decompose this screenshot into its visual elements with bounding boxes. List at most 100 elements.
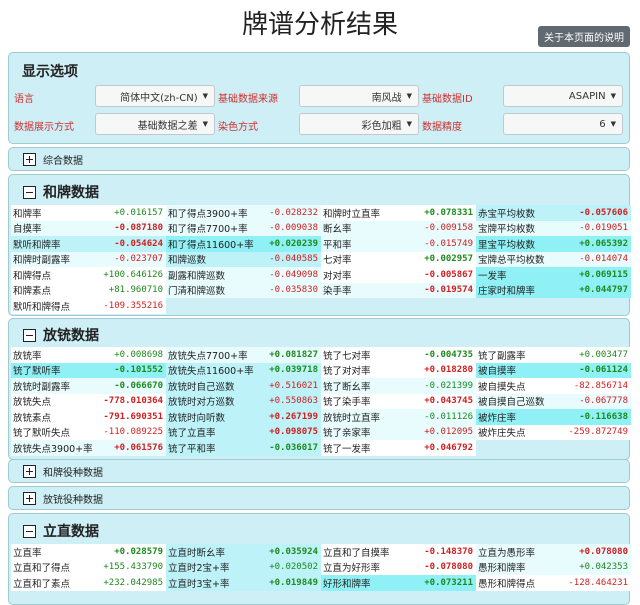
expand-icon[interactable] [23,465,36,478]
stat-cell: 铳了平和率 -0.036017 [166,440,321,456]
stat-cell: 放铳素点 -791.690351 [11,409,166,425]
option-label: 基础数据来源 [218,94,278,105]
stat-value: +0.003477 [579,349,628,360]
stat-cell: 立直为好形率 -0.078080 [321,559,476,575]
option-value: 南风战 [371,92,402,104]
stat-label: 立直时断幺率 [168,547,226,559]
stat-cell: 被炸庄失点 -259.872749 [476,424,631,440]
stat-value: -0.011126 [424,411,473,422]
stat-label: 铳了一发率 [323,443,371,455]
stat-label: 断幺率 [323,224,352,236]
stat-label: 自摸率 [13,224,42,236]
stat-value: +0.043745 [424,396,473,407]
stat-label: 立直为好形率 [323,563,381,575]
option-label: 语言 [14,94,34,105]
stat-cell: 断幺率 -0.009158 [321,220,476,236]
stat-value: +0.046792 [424,442,473,453]
option-value: 基础数据之差 [137,120,198,132]
collapse-icon[interactable] [23,185,36,199]
stat-cell: 铳了断幺率 -0.021399 [321,378,476,394]
stat-value: +0.044797 [579,285,628,296]
stat-cell: 被自摸失点 -82.856714 [476,378,631,394]
stat-cell: 立直和了自摸率 -0.148370 [321,544,476,560]
stat-value: +0.042353 [579,562,628,573]
hule-yaku-panel[interactable]: 和牌役种数据 [8,459,630,483]
help-button[interactable]: 关于本页面的说明 [538,26,630,47]
composite-label: 综合数据 [43,156,83,167]
stat-label: 被炸庄率 [478,412,517,424]
expand-icon[interactable] [23,492,36,505]
stat-value: -778.010364 [103,396,163,407]
stat-label: 好形和牌率 [323,578,371,590]
fangchong-header: 放铳数据 [43,328,99,344]
stat-cell: 立直和了素点 +232.042985 [11,575,166,591]
fangchong-table: 放铳率 +0.008698 放铳失点7700+率 +0.081827 铳了七对率 -0.0… [11,347,631,456]
stat-cell: 好形和牌率 +0.073211 [321,575,476,591]
stat-value: +232.042985 [103,577,163,588]
stat-cell: 和了得点7700+率 -0.009038 [166,220,321,236]
stat-label: 平和率 [323,239,352,251]
stat-label: 放铳率 [13,350,42,362]
stat-value: +0.065392 [579,238,628,249]
stat-label: 铳了七对率 [323,350,371,362]
stat-label: 放铳时立直率 [323,412,381,424]
stat-label: 宝牌平均枚数 [478,224,536,236]
stat-cell: 放铳时向听数 +0.267199 [166,409,321,425]
stat-value: -0.061124 [579,365,628,376]
stat-cell: 放铳失点 -778.010364 [11,393,166,409]
stat-value: -0.019051 [579,223,628,234]
stat-value: -0.009158 [424,223,473,234]
stat-value: -791.690351 [103,411,163,422]
stat-label: 副露和牌巡数 [168,270,226,282]
stat-label: 被炸庄失点 [478,428,526,440]
stat-value: -0.087180 [114,223,163,234]
stat-value: -259.872749 [568,427,628,438]
stat-label: 铳了立直率 [168,428,216,440]
option-select[interactable]: 基础数据之差 ▼ [95,113,215,135]
stat-cell: 被炸庄率 -0.116638 [476,409,631,425]
stat-label: 和牌素点 [13,286,52,298]
stat-label: 默听和牌得点 [13,301,71,313]
stat-cell: 和牌素点 +81.960710 [11,282,166,298]
stat-label: 铳了亲家率 [323,428,371,440]
stat-cell: 愚形和牌率 +0.042353 [476,559,631,575]
stat-cell: 被自摸率 -0.061124 [476,362,631,378]
option-select[interactable]: 简体中文(zh-CN) ▼ [95,85,215,107]
stat-label: 立直和了得点 [13,563,71,575]
stat-value: +0.081827 [269,349,318,360]
stat-value: -0.019574 [424,285,473,296]
stat-value: +0.039718 [269,365,318,376]
stat-label: 铳了染手率 [323,397,371,409]
stat-cell: 立直时断幺率 +0.035924 [166,544,321,560]
stat-cell: 立直时2宝+率 +0.020502 [166,559,321,575]
composite-panel[interactable]: 综合数据 [8,147,630,171]
stat-cell: 和了得点11600+率 +0.020239 [166,236,321,252]
stat-label: 宝牌总平均枚数 [478,255,545,267]
stat-label: 立直时3宝+率 [168,578,230,590]
fangchong-yaku-label: 放铳役种数据 [43,495,103,506]
stat-label: 对对率 [323,270,352,282]
fangchong-yaku-panel[interactable]: 放铳役种数据 [8,486,630,510]
stat-label: 放铳时副露率 [13,381,71,393]
empty-cell [476,298,631,314]
option-select[interactable]: 彩色加粗 ▼ [299,113,419,135]
option-select[interactable]: ASAPIN ▼ [503,85,623,107]
options-panel: 显示选项 语言 简体中文(zh-CN) ▼ 基础数据来源 南风战 ▼ 基础数据ID ASAPI… [8,52,630,144]
stat-label: 和牌时副露率 [13,255,71,267]
chevron-down-icon: ▼ [202,120,208,128]
stat-value: -0.148370 [424,546,473,557]
option-select[interactable]: 6 ▼ [503,113,623,135]
options-header: 显示选项 [22,64,78,80]
stat-value: +81.960710 [108,285,163,296]
stat-label: 门清和牌巡数 [168,286,226,298]
hule-header: 和牌数据 [43,185,99,201]
expand-icon[interactable] [23,153,36,166]
stat-value: +0.069115 [579,269,628,280]
stat-cell: 被自摸自己巡数 -0.067778 [476,393,631,409]
collapse-icon[interactable] [23,328,36,342]
stat-label: 里宝平均枚数 [478,239,536,251]
stat-cell: 铳了一发率 +0.046792 [321,440,476,456]
option-select[interactable]: 南风战 ▼ [299,85,419,107]
collapse-icon[interactable] [23,524,36,538]
stat-cell: 宝牌平均枚数 -0.019051 [476,220,631,236]
